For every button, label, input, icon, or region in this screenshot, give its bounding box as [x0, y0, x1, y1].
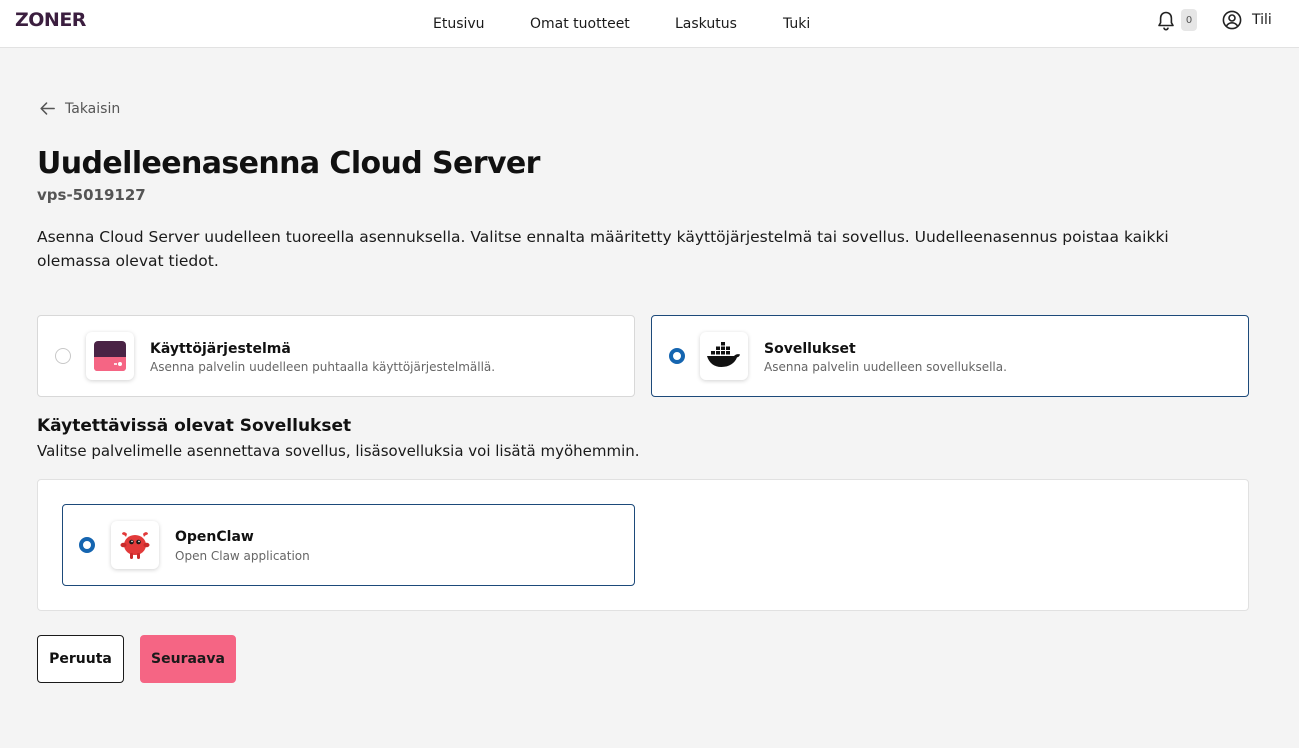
radio-openclaw[interactable] [79, 537, 95, 553]
apps-section-title: Käytettävissä olevat Sovellukset [37, 416, 352, 436]
zoner-logo[interactable]: ZONER [15, 9, 86, 31]
openclaw-icon [111, 521, 159, 569]
install-type-card-os[interactable]: Käyttöjärjestelmä Asenna palvelin uudell… [37, 315, 635, 397]
radio-os[interactable] [55, 348, 71, 364]
apps-list-panel: OpenClaw Open Claw application [37, 479, 1249, 611]
cancel-button[interactable]: Peruuta [37, 635, 124, 683]
page-title: Uudelleenasenna Cloud Server [37, 146, 540, 181]
app-subtitle-openclaw: Open Claw application [175, 549, 310, 563]
app-card-openclaw[interactable]: OpenClaw Open Claw application [62, 504, 635, 586]
install-type-subtitle-os: Asenna palvelin uudelleen puhtaalla käyt… [150, 360, 496, 374]
account-label: Tili [1252, 12, 1272, 28]
nav-link-omat-tuotteet[interactable]: Omat tuotteet [530, 0, 630, 48]
install-type-subtitle-apps: Asenna palvelin uudelleen sovelluksella. [764, 360, 1007, 374]
install-type-title-os: Käyttöjärjestelmä [150, 341, 291, 357]
radio-apps[interactable] [669, 348, 685, 364]
install-type-title-apps: Sovellukset [764, 341, 856, 357]
notifications-bell-icon[interactable] [1156, 10, 1176, 32]
next-button[interactable]: Seuraava [140, 635, 236, 683]
app-title-openclaw: OpenClaw [175, 529, 254, 545]
install-type-card-apps[interactable]: Sovellukset Asenna palvelin uudelleen so… [651, 315, 1249, 397]
apps-section-subtitle: Valitse palvelimelle asennettava sovellu… [37, 442, 640, 460]
docker-icon [700, 332, 748, 380]
back-link-label: Takaisin [65, 100, 121, 117]
arrow-left-icon [40, 102, 55, 115]
top-navigation-bar: ZONER Etusivu Omat tuotteet Laskutus Tuk… [0, 0, 1299, 48]
server-id: vps-5019127 [37, 186, 146, 204]
nav-link-laskutus[interactable]: Laskutus [675, 0, 737, 48]
nav-link-etusivu[interactable]: Etusivu [433, 0, 485, 48]
user-circle-icon [1222, 10, 1242, 30]
back-link[interactable]: Takaisin [38, 99, 120, 118]
page-description: Asenna Cloud Server uudelleen tuoreella … [37, 228, 1169, 270]
account-menu[interactable]: Tili [1222, 9, 1272, 31]
os-icon [86, 332, 134, 380]
nav-link-tuki[interactable]: Tuki [783, 0, 810, 48]
notification-count-badge[interactable]: 0 [1181, 9, 1197, 31]
